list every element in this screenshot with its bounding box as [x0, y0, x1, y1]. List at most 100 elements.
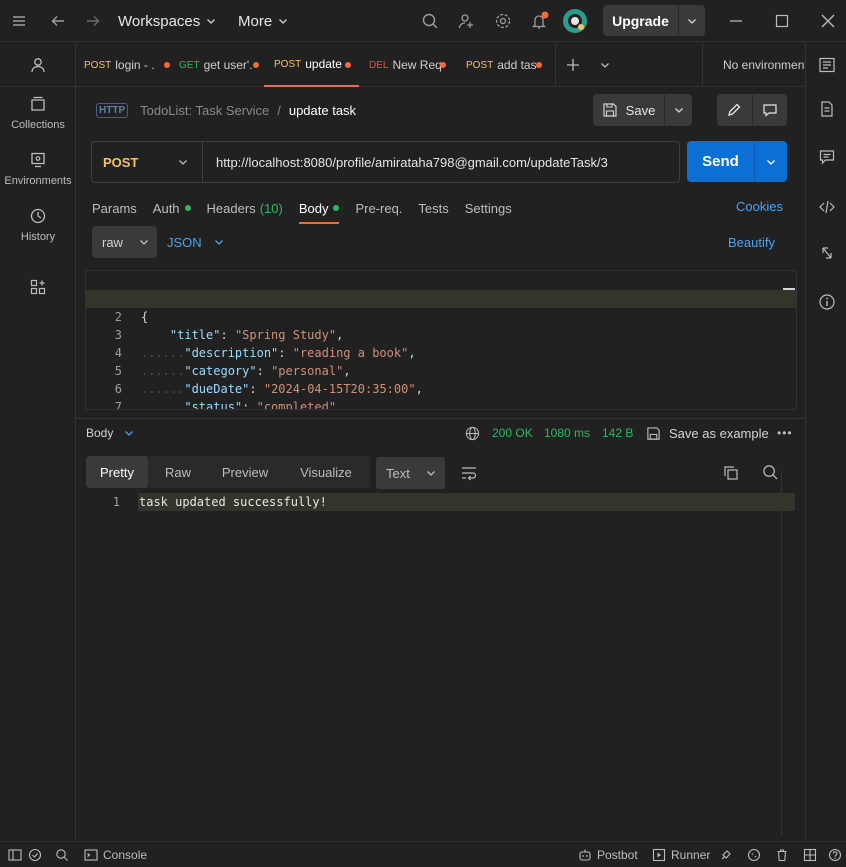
response-time[interactable]: 1080 ms — [544, 420, 590, 446]
comments-icon[interactable] — [818, 148, 836, 166]
tab-label: Params — [92, 200, 137, 216]
tab-tests[interactable]: Tests — [418, 193, 448, 223]
tab-add-task[interactable]: POST add tas — [466, 43, 546, 87]
beautify-link[interactable]: Beautify — [728, 235, 775, 250]
runner-button[interactable]: Runner — [652, 842, 710, 867]
avatar[interactable] — [562, 0, 588, 42]
forward-arrow-icon[interactable] — [85, 0, 101, 42]
unsaved-dot — [253, 62, 259, 68]
response-format-select[interactable]: Text — [376, 457, 445, 489]
tab-title: get user'. — [203, 58, 253, 72]
close-icon[interactable] — [820, 0, 836, 42]
upgrade-dropdown[interactable] — [679, 5, 705, 36]
trash-icon[interactable] — [775, 842, 789, 867]
chevron-down-icon — [426, 471, 435, 476]
workspaces-menu[interactable]: Workspaces — [118, 0, 216, 42]
info-icon[interactable] — [818, 293, 836, 311]
body-language-select[interactable]: JSON — [167, 226, 224, 258]
layout-grid-icon[interactable] — [803, 842, 817, 867]
help-icon[interactable] — [828, 842, 842, 867]
console-button[interactable]: Console — [84, 842, 147, 867]
minimize-icon[interactable] — [729, 0, 743, 42]
request-actions — [717, 94, 787, 126]
send-button[interactable]: Send — [687, 141, 787, 182]
tab-auth[interactable]: Auth — [153, 193, 191, 223]
invite-user-icon[interactable] — [457, 0, 475, 42]
console-label: Console — [103, 848, 148, 862]
body-editor[interactable]: 1 { 2 "title": "Spring Study", 3 ......"… — [85, 270, 797, 410]
sidebar-item-environments[interactable]: Environments — [0, 151, 76, 201]
wrap-lines-icon[interactable] — [460, 465, 478, 481]
comment-icon[interactable] — [753, 94, 788, 126]
online-status-icon[interactable] — [28, 842, 42, 867]
sidebar-item-configure[interactable] — [0, 278, 76, 328]
back-arrow-icon[interactable] — [50, 0, 66, 42]
tabs-overflow-button[interactable] — [593, 43, 617, 87]
sidebar-item-history[interactable]: History — [0, 207, 76, 257]
find-replace-icon[interactable] — [55, 842, 69, 867]
globe-icon[interactable] — [465, 420, 480, 446]
more-options-icon[interactable]: ••• — [777, 420, 793, 446]
indent-guide: ...... — [141, 400, 185, 410]
status-badge[interactable]: 200 OK — [492, 420, 533, 446]
documentation-icon[interactable] — [818, 100, 836, 118]
tab-get-user[interactable]: GET get user'. — [179, 43, 265, 87]
method-selector[interactable]: POST — [92, 142, 203, 182]
tab-method: POST — [274, 58, 302, 70]
maximize-icon[interactable] — [775, 0, 789, 42]
tab-pre-request[interactable]: Pre-req. — [355, 193, 402, 223]
tab-body[interactable]: Body — [298, 193, 340, 224]
tab-settings[interactable]: Settings — [465, 193, 512, 223]
tab-headers[interactable]: Headers (10) — [207, 193, 283, 223]
tab-label: Headers — [206, 200, 256, 216]
tab-preview[interactable]: Preview — [208, 456, 282, 488]
new-tab-button[interactable] — [555, 43, 589, 87]
apps-grid-icon — [30, 279, 46, 295]
cookies-link[interactable]: Cookies — [736, 199, 783, 214]
search-icon[interactable] — [421, 0, 439, 42]
toggle-sidebar-icon[interactable] — [8, 842, 22, 867]
related-collections-icon[interactable] — [818, 244, 836, 262]
sidebar-item-label: Environments — [4, 175, 72, 187]
chevron-down-icon[interactable] — [124, 428, 134, 438]
environment-label: No environment — [723, 58, 808, 72]
editor-line: 5 ......"dueDate": "2024-04-15T20:35:00"… — [86, 344, 796, 396]
page-title[interactable]: update task — [289, 103, 356, 118]
chevron-down-icon — [767, 159, 775, 165]
tab-login[interactable]: POST login - . — [84, 43, 170, 87]
cookies-icon[interactable] — [747, 842, 761, 867]
url-input[interactable]: http://localhost:8080/profile/amirataha7… — [203, 142, 608, 182]
body-mode-select[interactable]: raw — [92, 226, 157, 258]
response-text[interactable]: task updated successfully! — [138, 493, 795, 511]
response-scrollbar[interactable] — [781, 470, 782, 835]
tab-new-request[interactable]: DEL New Req — [369, 43, 451, 87]
notifications-bell-icon[interactable] — [530, 0, 550, 42]
capture-requests-icon[interactable] — [719, 842, 733, 867]
tab-pretty[interactable]: Pretty — [86, 456, 148, 488]
tab-raw[interactable]: Raw — [148, 456, 208, 488]
tab-update[interactable]: POST update — [264, 43, 359, 87]
account-icon[interactable] — [0, 43, 76, 87]
search-icon[interactable] — [762, 464, 779, 481]
pane-divider[interactable] — [76, 418, 805, 419]
sidebar-item-collections[interactable]: Collections — [0, 95, 76, 145]
save-dropdown[interactable] — [665, 94, 692, 126]
breadcrumb-collection[interactable]: TodoList: Task Service — [140, 103, 269, 118]
edit-pencil-icon[interactable] — [717, 94, 753, 126]
settings-gear-icon[interactable] — [494, 0, 512, 42]
code-icon[interactable] — [818, 198, 836, 216]
menu-icon[interactable] — [11, 0, 27, 42]
response-section-label[interactable]: Body — [86, 426, 113, 440]
tab-label: Auth — [152, 200, 180, 216]
send-dropdown[interactable] — [755, 141, 787, 182]
save-as-example-button[interactable]: Save as example — [646, 420, 769, 446]
upgrade-button[interactable]: Upgrade — [603, 5, 705, 36]
tab-params[interactable]: Params — [92, 193, 137, 223]
postbot-button[interactable]: Postbot — [578, 842, 638, 867]
environment-quicklook-icon[interactable] — [818, 56, 836, 74]
more-menu[interactable]: More — [238, 0, 288, 42]
copy-icon[interactable] — [723, 465, 739, 481]
save-button[interactable]: Save — [593, 94, 692, 126]
response-size[interactable]: 142 B — [602, 420, 633, 446]
tab-visualize[interactable]: Visualize — [282, 456, 370, 488]
